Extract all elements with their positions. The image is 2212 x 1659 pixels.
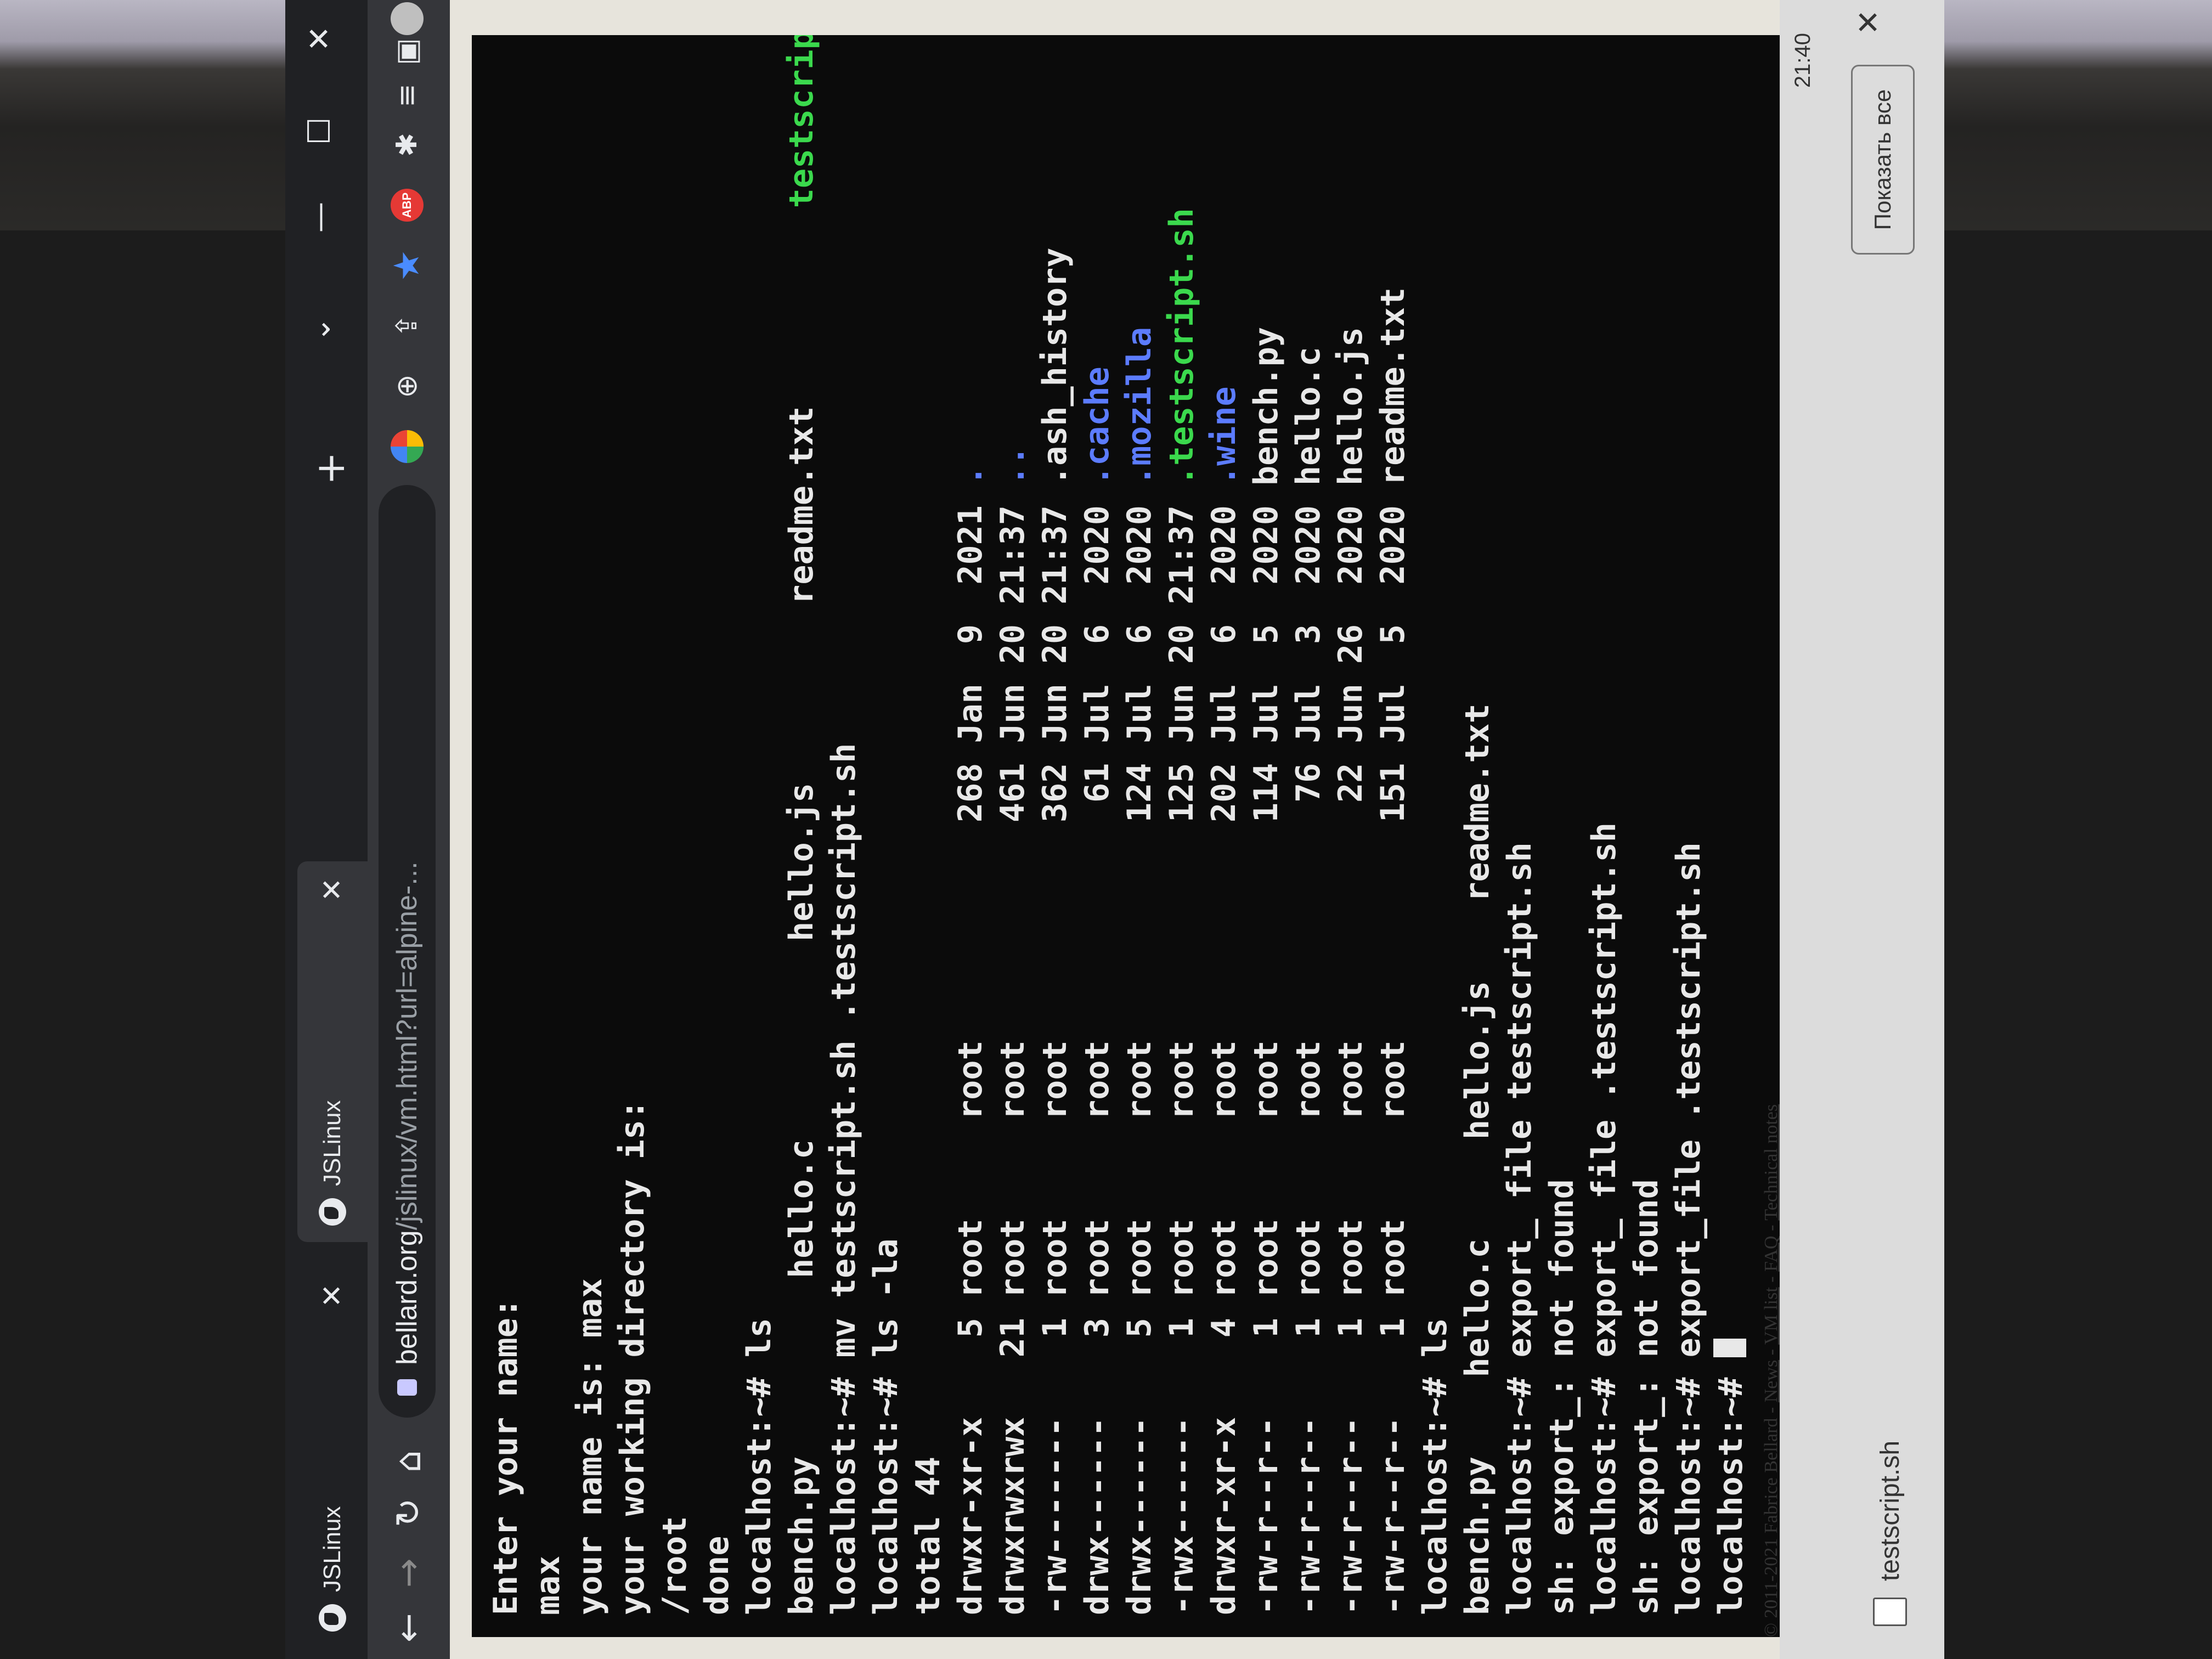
terminal-line: -rw-r--r-- 1 root root 114 Jul 5 2020 be… (1247, 327, 1285, 1615)
terminal-line: max (529, 1555, 567, 1615)
terminal-line: bench.py hello.c hello.js readme.txt (1458, 703, 1497, 1615)
copyright-text: © 2011-2021 Fabrice Bellard - (1761, 1402, 1781, 1637)
download-item[interactable]: testscript.sh (1873, 1441, 1907, 1626)
terminal[interactable]: Enter your name: max your name is: max y… (472, 35, 1926, 1637)
url-text: bellard.org/jslinux/vm.html?url=alpine-.… (391, 861, 423, 1365)
terminal-line: Enter your name: (487, 1298, 525, 1615)
globe-icon (319, 1604, 346, 1632)
terminal-line: -rw------- 1 root root 362 Jun 20 21:37 … (1036, 247, 1074, 1616)
file-icon (1873, 1598, 1907, 1626)
monitor-screen: JSLinux ✕ JSLinux ✕ + ⌄ — ☐ ✕ ← → ↻ ⌂ be… (285, 0, 1944, 1659)
terminal-line: drwxrwxrwx 21 root root 461 Jun 20 21:37… (994, 445, 1032, 1615)
terminal-line: done (698, 1536, 736, 1616)
terminal-line: /root (656, 1516, 694, 1615)
terminal-line: -rwx------ 1 root root 125 Jun 20 21:37 … (1163, 208, 1201, 1615)
terminal-line: localhost:~# ls (740, 1318, 778, 1615)
vm-list-link[interactable]: VM list (1761, 1287, 1781, 1345)
terminal-line: -rw-r--r-- 1 root root 22 Jun 26 2020 he… (1331, 327, 1370, 1615)
page-footer: © 2011-2021 Fabrice Bellard - News - VM … (1761, 1104, 1781, 1637)
browser-toolbar: ← → ↻ ⌂ bellard.org/jslinux/vm.html?url=… (368, 0, 450, 1659)
terminal-line: localhost:~# mv testscript.sh .testscrip… (825, 743, 863, 1615)
downloads-shelf: testscript.sh Показать все ✕ 21:40 (1780, 0, 1944, 1659)
extensions-icon[interactable]: ✱ (391, 128, 424, 161)
close-icon[interactable]: ✕ (316, 1284, 349, 1308)
terminal-line: sh: export_: not found (1543, 1179, 1581, 1615)
back-icon[interactable]: ← (388, 1613, 429, 1643)
home-icon[interactable]: ⌂ (388, 1450, 429, 1472)
terminal-line: -rw-r--r-- 1 root root 151 Jul 5 2020 re… (1374, 287, 1412, 1615)
sidepanel-icon[interactable]: ▣ (391, 35, 424, 68)
show-all-button[interactable]: Показать все (1851, 65, 1915, 255)
news-link[interactable]: News (1761, 1360, 1781, 1402)
bookmark-star-icon[interactable]: ★ (387, 249, 427, 282)
close-icon[interactable]: ✕ (316, 878, 349, 902)
close-icon[interactable]: ✕ (1851, 9, 1887, 35)
tab-jslinux-1[interactable]: JSLinux ✕ (297, 1267, 368, 1648)
forward-icon[interactable]: → (388, 1558, 429, 1588)
terminal-line: drwxr-xr-x 4 root root 202 Jul 6 2020 .w… (1205, 386, 1243, 1615)
media-icon[interactable]: ≡ (391, 79, 424, 112)
technical-notes-link[interactable]: Technical notes (1761, 1104, 1781, 1221)
zoom-icon[interactable]: ⊕ (391, 370, 424, 403)
terminal-cursor (1713, 1339, 1746, 1358)
tab-title: JSLinux (319, 1100, 346, 1186)
tab-title: JSLinux (319, 1506, 346, 1592)
terminal-line: your working directory is: (613, 1099, 652, 1615)
address-bar[interactable]: bellard.org/jslinux/vm.html?url=alpine-.… (379, 485, 436, 1418)
faq-link[interactable]: FAQ (1761, 1235, 1781, 1272)
chevron-down-icon[interactable]: ⌄ (302, 317, 337, 342)
terminal-line: -rw-r--r-- 1 root root 76 Jul 3 2020 hel… (1289, 347, 1328, 1615)
google-icon[interactable] (391, 430, 424, 463)
terminal-line: localhost:~# ls -la (867, 1238, 905, 1615)
adblock-icon[interactable]: ABP (391, 189, 424, 222)
terminal-line: localhost:~# export_file .testscript.sh (1669, 842, 1708, 1615)
download-filename: testscript.sh (1875, 1440, 1905, 1581)
terminal-output: Enter your name: max your name is: max y… (472, 35, 1765, 1637)
minimize-button[interactable]: — (302, 202, 337, 233)
terminal-line: localhost:~# ls (1416, 1318, 1454, 1615)
terminal-line: drwxr-xr-x 5 root root 268 Jan 9 2021 . (951, 465, 990, 1615)
terminal-line: drwx------ 5 root root 124 Jul 6 2020 .m… (1120, 327, 1159, 1615)
share-icon[interactable]: ⇪ (391, 309, 424, 342)
clock: 21:40 (1791, 33, 1815, 88)
lock-icon (397, 1379, 417, 1396)
reload-icon[interactable]: ↻ (388, 1498, 429, 1527)
terminal-line: localhost:~# export_ file .testscript.sh (1585, 822, 1623, 1615)
terminal-line: sh: export_: not found (1627, 1179, 1666, 1615)
page-content: Enter your name: max your name is: max y… (450, 0, 1944, 1659)
avatar-icon[interactable] (391, 2, 424, 35)
terminal-line: drwx------ 3 root root 61 Jul 6 2020 .ca… (1078, 366, 1116, 1615)
terminal-line: your name is: max (571, 1278, 610, 1615)
tab-jslinux-2[interactable]: JSLinux ✕ (297, 861, 368, 1242)
terminal-line: localhost:~# (1712, 1357, 1750, 1615)
tab-strip: JSLinux ✕ JSLinux ✕ + ⌄ — ☐ ✕ (285, 0, 368, 1659)
terminal-line: localhost:~# export_ file testscript.sh (1500, 842, 1539, 1615)
maximize-button[interactable]: ☐ (302, 117, 337, 145)
terminal-line: bench.py hello.c hello.js readme.txt tes… (782, 35, 821, 1615)
terminal-line: total 44 (909, 1457, 947, 1615)
new-tab-button[interactable]: + (307, 452, 353, 485)
window-close-button[interactable]: ✕ (302, 26, 337, 52)
globe-icon (319, 1198, 346, 1226)
